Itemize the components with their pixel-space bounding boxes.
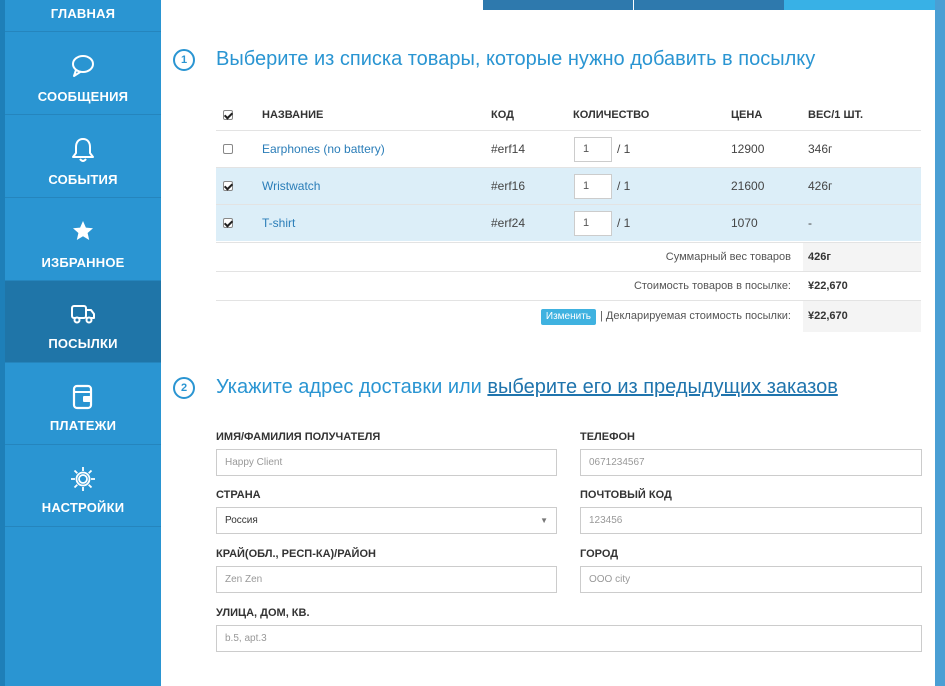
summary-row-cost: Стоимость товаров в посылке: ¥22,670: [216, 271, 921, 301]
step-title-text: Укажите адрес доставки или: [216, 376, 488, 398]
recipient-label: ИМЯ/ФАМИЛИЯ ПОЛУЧАТЕЛЯ: [216, 431, 381, 443]
declared-value: ¥22,670: [803, 301, 921, 332]
top-tab[interactable]: [483, 0, 633, 10]
step-title: Выберите из списка товары, которые нужно…: [216, 48, 816, 70]
country-value: Россия: [225, 515, 258, 526]
quantity-max: / 1: [617, 216, 631, 230]
sidebar-item-label: ПЛАТЕЖИ: [49, 418, 117, 433]
item-weight: 346г: [808, 142, 833, 156]
step-title: Укажите адрес доставки или выберите его …: [216, 376, 838, 399]
main-panel: 1 Выберите из списка товары, которые нуж…: [161, 0, 935, 686]
street-label: УЛИЦА, ДОМ, КВ.: [216, 607, 310, 619]
zip-label: ПОЧТОВЫЙ КОД: [580, 489, 672, 501]
zip-input[interactable]: 123456: [580, 507, 922, 534]
sidebar-item-label: ИЗБРАННОЕ: [41, 255, 125, 270]
recipient-input[interactable]: Happy Client: [216, 449, 557, 476]
item-code: #erf16: [491, 179, 526, 193]
city-input[interactable]: OOO city: [580, 566, 922, 593]
sidebar-item-messages[interactable]: СООБЩЕНИЯ: [5, 33, 161, 115]
sidebar-item-label: ПОСЫЛКИ: [48, 336, 118, 351]
sidebar-item-payments[interactable]: ПЛАТЕЖИ: [5, 363, 161, 445]
quantity-input[interactable]: 1: [574, 137, 612, 162]
sidebar-item-label: НАСТРОЙКИ: [41, 500, 125, 515]
column-header: ЦЕНА: [731, 109, 763, 121]
gear-icon: [5, 465, 161, 493]
cost-label: Стоимость товаров в посылке:: [633, 280, 791, 292]
item-name-link[interactable]: Wristwatch: [262, 168, 320, 205]
sidebar-item-label: СОБЫТИЯ: [48, 172, 118, 187]
sidebar-item-favorites[interactable]: ИЗБРАННОЕ: [5, 199, 161, 281]
sidebar-item-parcels[interactable]: ПОСЫЛКИ: [5, 281, 161, 363]
table-row: Wristwatch #erf16 1 / 1 21600 426г: [216, 167, 921, 204]
quantity-input[interactable]: 1: [574, 211, 612, 236]
previous-orders-link[interactable]: выберите его из предыдущих заказов: [487, 376, 837, 398]
step-number-badge: 1: [173, 49, 195, 71]
region-label: КРАЙ(ОБЛ., РЕСП-КА)/РАЙОН: [216, 548, 376, 560]
chevron-down-icon: ▼: [540, 516, 548, 525]
sidebar-item-label: ГЛАВНАЯ: [50, 6, 116, 21]
item-name-link[interactable]: Earphones (no battery): [262, 131, 385, 168]
country-label: СТРАНА: [216, 489, 261, 501]
step-number-badge: 2: [173, 377, 195, 399]
sidebar-item-settings[interactable]: НАСТРОЙКИ: [5, 445, 161, 527]
total-weight-value: 426г: [803, 243, 921, 272]
select-all-checkbox[interactable]: [223, 110, 233, 120]
city-label: ГОРОД: [580, 548, 619, 560]
star-icon: [5, 219, 161, 247]
cost-value: ¥22,670: [803, 272, 921, 301]
change-button[interactable]: Изменить: [540, 309, 596, 325]
street-input[interactable]: b.5, apt.3: [216, 625, 922, 652]
phone-input[interactable]: 0671234567: [580, 449, 922, 476]
item-weight: 426г: [808, 179, 833, 193]
item-code: #erf24: [491, 216, 526, 230]
phone-label: ТЕЛЕФОН: [580, 431, 635, 443]
declared-label-group: Изменить | Декларируемая стоимость посылк…: [540, 301, 791, 332]
truck-icon: [5, 301, 161, 329]
summary-row-declared: Изменить | Декларируемая стоимость посылк…: [216, 300, 921, 332]
country-select[interactable]: Россия ▼: [216, 507, 557, 534]
table-row: T-shirt #erf24 1 / 1 1070 -: [216, 204, 921, 241]
item-price: 21600: [731, 179, 765, 193]
row-checkbox[interactable]: [223, 181, 233, 191]
column-header: КОЛИЧЕСТВО: [573, 109, 650, 121]
item-price: 1070: [731, 216, 758, 230]
item-code: #erf14: [491, 142, 526, 156]
top-tab[interactable]: [634, 0, 784, 10]
summary-row-weight: Суммарный вес товаров 426г: [216, 242, 921, 272]
sidebar-item-events[interactable]: СОБЫТИЯ: [5, 116, 161, 198]
declared-label: | Декларируемая стоимость посылки:: [600, 310, 791, 322]
item-name-link[interactable]: T-shirt: [262, 205, 295, 242]
quantity-max: / 1: [617, 142, 631, 156]
item-weight: -: [808, 216, 812, 230]
table-row: Earphones (no battery) #erf14 1 / 1 1290…: [216, 130, 921, 167]
row-checkbox[interactable]: [223, 218, 233, 228]
quantity-input[interactable]: 1: [574, 174, 612, 199]
row-checkbox[interactable]: [223, 144, 233, 154]
sidebar-item-label: СООБЩЕНИЯ: [37, 89, 129, 104]
wallet-icon: [5, 383, 161, 411]
sidebar-item-home[interactable]: ГЛАВНАЯ: [5, 0, 161, 32]
item-price: 12900: [731, 142, 765, 156]
quantity-max: / 1: [617, 179, 631, 193]
total-weight-label: Суммарный вес товаров: [665, 251, 791, 263]
chat-bubble-icon: [5, 53, 161, 81]
region-input[interactable]: Zen Zen: [216, 566, 557, 593]
right-edge: [935, 0, 945, 686]
bell-icon: [5, 136, 161, 164]
column-header: ВЕС/1 ШТ.: [808, 109, 864, 121]
top-tab-active[interactable]: [784, 0, 935, 10]
column-header: НАЗВАНИЕ: [262, 109, 324, 121]
column-header: КОД: [491, 109, 514, 121]
